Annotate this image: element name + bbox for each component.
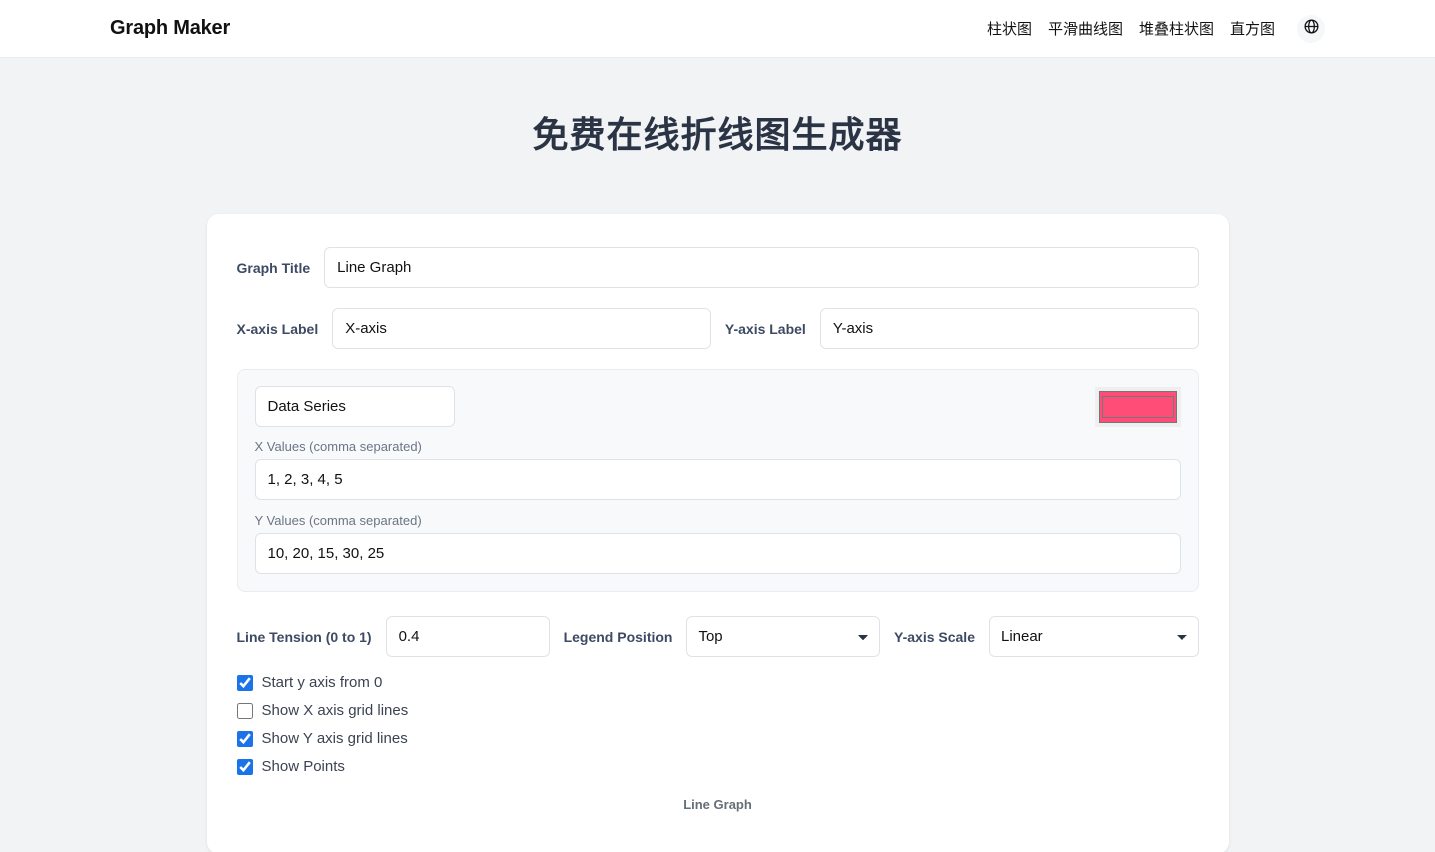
graph-title-input[interactable] — [324, 247, 1199, 288]
chart-preview-title: Line Graph — [683, 797, 752, 812]
globe-icon — [1303, 18, 1320, 40]
line-tension-input[interactable] — [385, 616, 550, 657]
checkbox-row-show-y-axis-grid-lines: Show Y axis grid lines — [236, 730, 1199, 747]
x-values-label: X Values (comma separated) — [254, 439, 422, 454]
app-brand-title: Graph Maker — [110, 17, 231, 39]
start-y-axis-from-zero-label[interactable]: Start y axis from 0 — [262, 674, 383, 691]
series-name-input[interactable] — [254, 386, 455, 427]
nav-histogram[interactable]: 直方图 — [1230, 18, 1275, 39]
show-x-axis-grid-lines-label[interactable]: Show X axis grid lines — [262, 702, 409, 719]
data-series-panel: X Values (comma separated) Y Values (com… — [236, 369, 1199, 592]
y-axis-label-input[interactable] — [819, 308, 1199, 349]
nav-stacked-bar-chart[interactable]: 堆叠柱状图 — [1139, 18, 1214, 39]
nav-bar-chart[interactable]: 柱状图 — [987, 18, 1032, 39]
data-series-header — [254, 386, 1181, 427]
legend-position-select[interactable]: TopBottomLeftRight — [686, 616, 881, 657]
top-navigation-bar: Graph Maker 柱状图 平滑曲线图 堆叠柱状图 直方图 — [0, 0, 1435, 58]
language-switcher-button[interactable] — [1297, 14, 1325, 43]
chart-preview-area: Line Graph — [237, 797, 1199, 812]
y-values-label: Y Values (comma separated) — [254, 513, 422, 528]
graph-title-row: Graph Title — [237, 247, 1199, 288]
x-values-input[interactable] — [254, 459, 1181, 500]
start-y-axis-from-zero-checkbox[interactable] — [236, 674, 253, 691]
show-y-axis-grid-lines-label[interactable]: Show Y axis grid lines — [262, 730, 408, 747]
checkbox-row-show-x-axis-grid-lines: Show X axis grid lines — [236, 702, 1199, 719]
y-axis-scale-label: Y-axis Scale — [894, 628, 975, 645]
graph-settings-card: Graph Title X-axis Label Y-axis Label X … — [206, 214, 1229, 852]
y-axis-label-label: Y-axis Label — [724, 320, 806, 337]
chart-toggles-list: Start y axis from 0 Show X axis grid lin… — [236, 674, 1199, 775]
nav-links: 柱状图 平滑曲线图 堆叠柱状图 直方图 — [987, 14, 1325, 43]
y-axis-scale-select[interactable]: LinearLogarithmic — [988, 616, 1199, 657]
x-axis-label-input[interactable] — [332, 308, 711, 349]
checkbox-row-show-points: Show Points — [236, 758, 1199, 775]
show-points-label[interactable]: Show Points — [262, 758, 345, 775]
legend-position-label: Legend Position — [563, 628, 673, 645]
checkbox-row-start-y-axis-from-zero: Start y axis from 0 — [236, 674, 1199, 691]
graph-title-label: Graph Title — [236, 259, 311, 276]
axis-labels-row: X-axis Label Y-axis Label — [237, 308, 1199, 349]
show-y-axis-grid-lines-checkbox[interactable] — [236, 730, 253, 747]
y-values-input[interactable] — [254, 533, 1181, 574]
line-tension-label: Line Tension (0 to 1) — [236, 628, 372, 645]
page-title: 免费在线折线图生成器 — [532, 114, 903, 155]
chart-options-row: Line Tension (0 to 1) Legend Position To… — [237, 616, 1199, 657]
show-x-axis-grid-lines-checkbox[interactable] — [236, 702, 253, 719]
x-axis-label-label: X-axis Label — [236, 320, 319, 337]
series-color-picker[interactable] — [1094, 386, 1181, 427]
nav-smooth-curve-chart[interactable]: 平滑曲线图 — [1048, 18, 1123, 39]
show-points-checkbox[interactable] — [236, 758, 253, 775]
